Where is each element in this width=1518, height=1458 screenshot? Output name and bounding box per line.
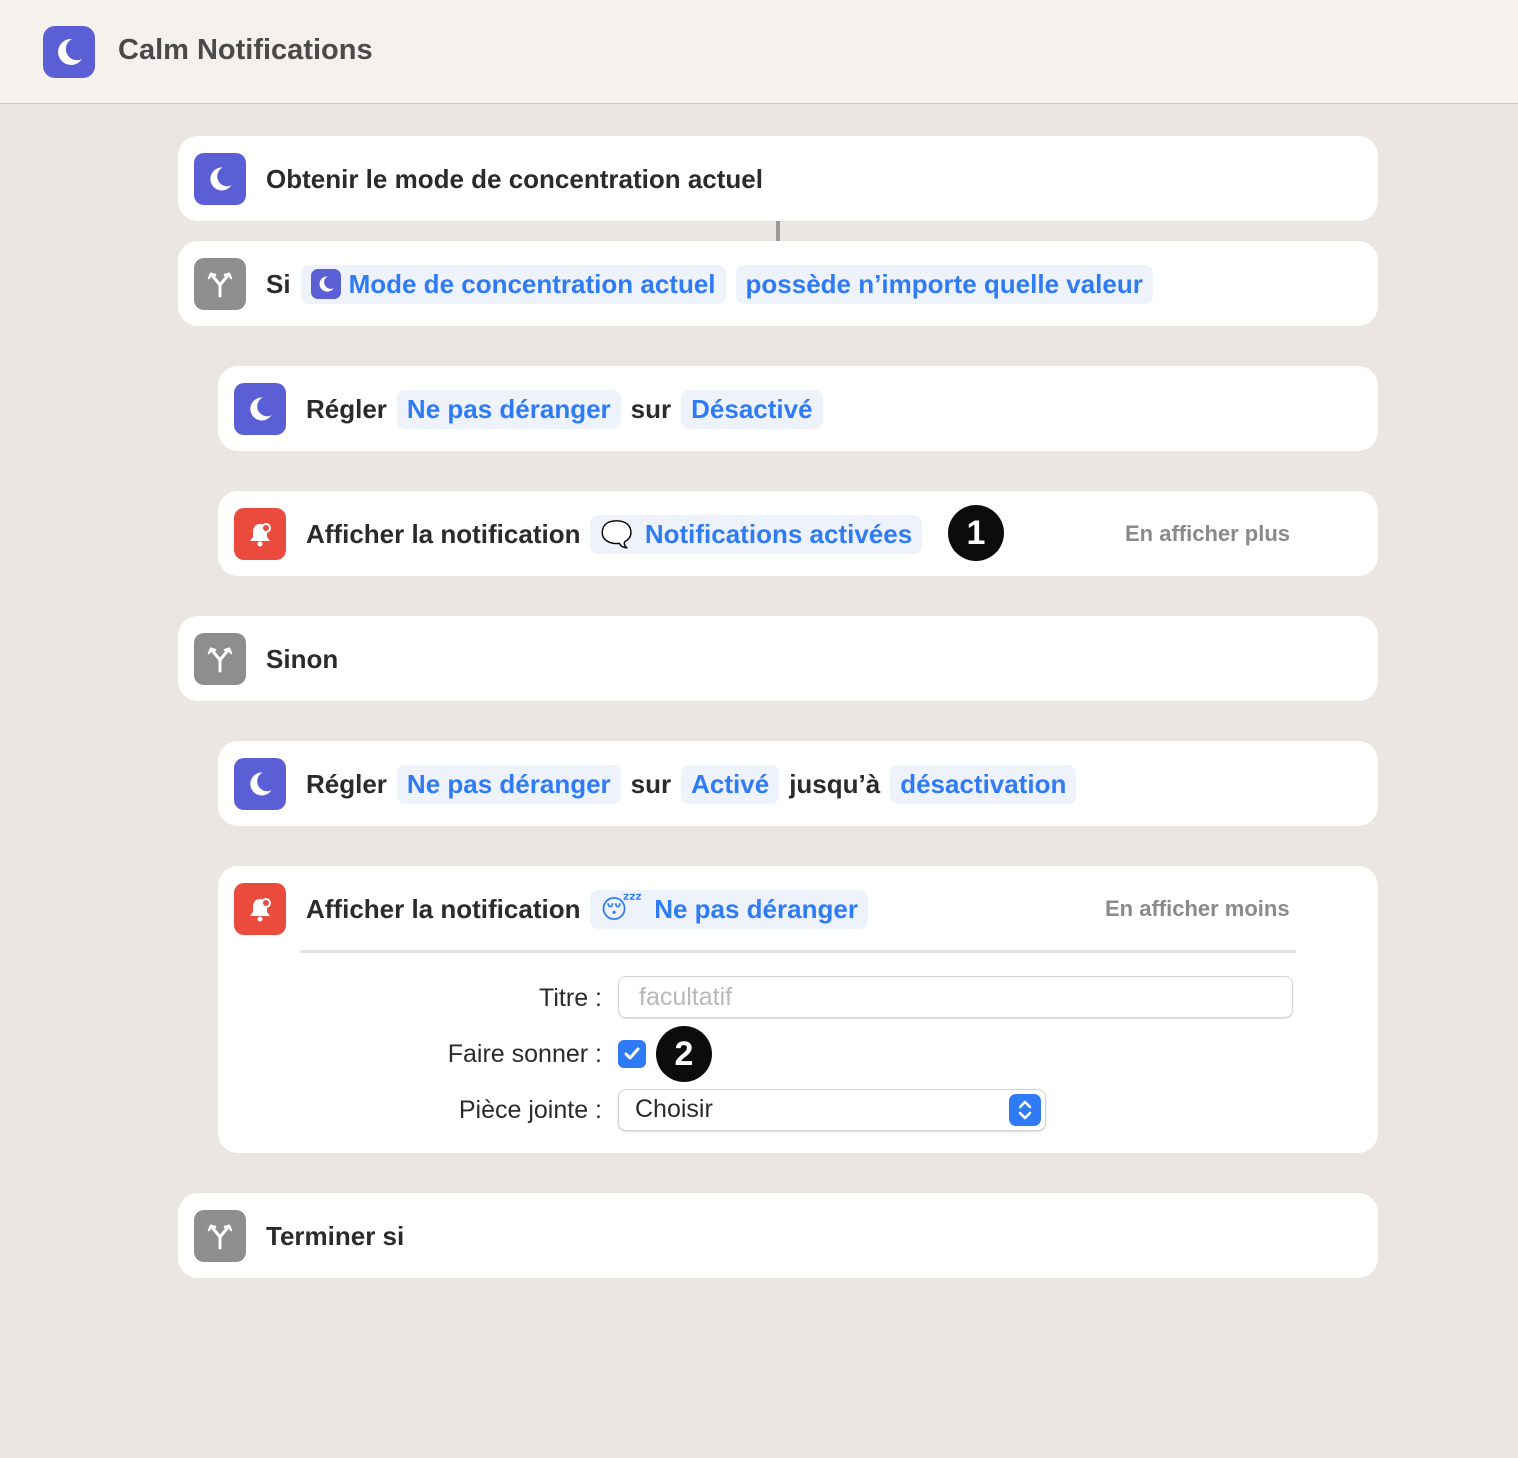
show-less-button[interactable]: En afficher moins — [1105, 896, 1290, 922]
title-label: Titre : — [539, 984, 602, 1012]
step-badge: 2 — [656, 1026, 712, 1082]
speech-bubble-icon: 🗨️ — [600, 519, 633, 549]
show-more-button[interactable]: En afficher plus — [1125, 521, 1290, 547]
focus-variable-token[interactable]: Mode de concentration actuel — [300, 264, 726, 304]
action-end-if[interactable]: Terminer si — [178, 1193, 1378, 1278]
dnd-value-token[interactable]: Désactivé — [681, 389, 823, 429]
notify-verb: Afficher la notification — [306, 893, 581, 924]
flow-connector — [776, 221, 780, 241]
dnd-target-token[interactable]: Ne pas déranger — [396, 764, 621, 804]
moon-icon — [310, 269, 341, 299]
sound-checkbox[interactable] — [618, 1040, 646, 1068]
if-keyword: Si — [266, 268, 291, 299]
branch-icon — [194, 633, 246, 685]
set-verb: Régler — [306, 393, 387, 424]
moon-icon — [194, 153, 246, 205]
moon-icon — [234, 758, 286, 810]
branch-icon — [194, 1210, 246, 1262]
condition-token[interactable]: possède n’importe quelle valeur — [735, 264, 1153, 304]
window-titlebar: Calm Notifications — [0, 0, 1518, 104]
action-notify-dnd[interactable]: Afficher la notification 😴 Ne pas dérang… — [218, 866, 1378, 1153]
step-badge: 1 — [948, 505, 1004, 561]
attachment-value: Choisir — [635, 1095, 713, 1123]
attachment-select[interactable]: Choisir — [618, 1089, 1046, 1131]
moon-icon — [234, 383, 286, 435]
otherwise-keyword: Sinon — [266, 643, 339, 674]
notification-message-token[interactable]: 🗨️ Notifications activées — [590, 514, 923, 554]
divider — [300, 950, 1296, 953]
bell-icon — [234, 508, 286, 560]
variable-label: Mode de concentration actuel — [348, 268, 716, 299]
dnd-value-token[interactable]: Activé — [681, 764, 780, 804]
connector-text: sur — [630, 768, 672, 799]
title-input[interactable] — [618, 976, 1293, 1018]
action-otherwise[interactable]: Sinon — [178, 616, 1378, 701]
moon-icon — [43, 26, 95, 78]
bell-icon — [234, 883, 286, 935]
window-title: Calm Notifications — [118, 34, 373, 66]
until-value-token[interactable]: désactivation — [890, 764, 1077, 804]
action-get-focus[interactable]: Obtenir le mode de concentration actuel — [178, 136, 1378, 221]
sound-label: Faire sonner : — [447, 1040, 602, 1068]
branch-icon — [194, 258, 246, 310]
notification-message-token[interactable]: 😴 Ne pas déranger — [590, 889, 868, 929]
sleeping-face-icon: 😴 — [600, 894, 643, 924]
action-notify-on[interactable]: Afficher la notification 🗨️ Notification… — [218, 491, 1378, 576]
notify-verb: Afficher la notification — [306, 518, 581, 549]
attachment-label: Pièce jointe : — [458, 1096, 602, 1124]
end-if-keyword: Terminer si — [266, 1220, 405, 1251]
chevron-up-down-icon — [1009, 1094, 1041, 1126]
set-verb: Régler — [306, 768, 387, 799]
message-label: Notifications activées — [644, 518, 913, 549]
message-label: Ne pas déranger — [654, 893, 858, 924]
connector-text: sur — [630, 393, 672, 424]
action-label: Obtenir le mode de concentration actuel — [266, 163, 763, 194]
until-text: jusqu’à — [789, 768, 881, 799]
action-set-dnd-on[interactable]: Régler Ne pas déranger sur Activé jusqu’… — [218, 741, 1378, 826]
action-set-dnd-off[interactable]: Régler Ne pas déranger sur Désactivé — [218, 366, 1378, 451]
action-if[interactable]: Si Mode de concentration actuel possède … — [178, 241, 1378, 326]
dnd-target-token[interactable]: Ne pas déranger — [396, 389, 621, 429]
